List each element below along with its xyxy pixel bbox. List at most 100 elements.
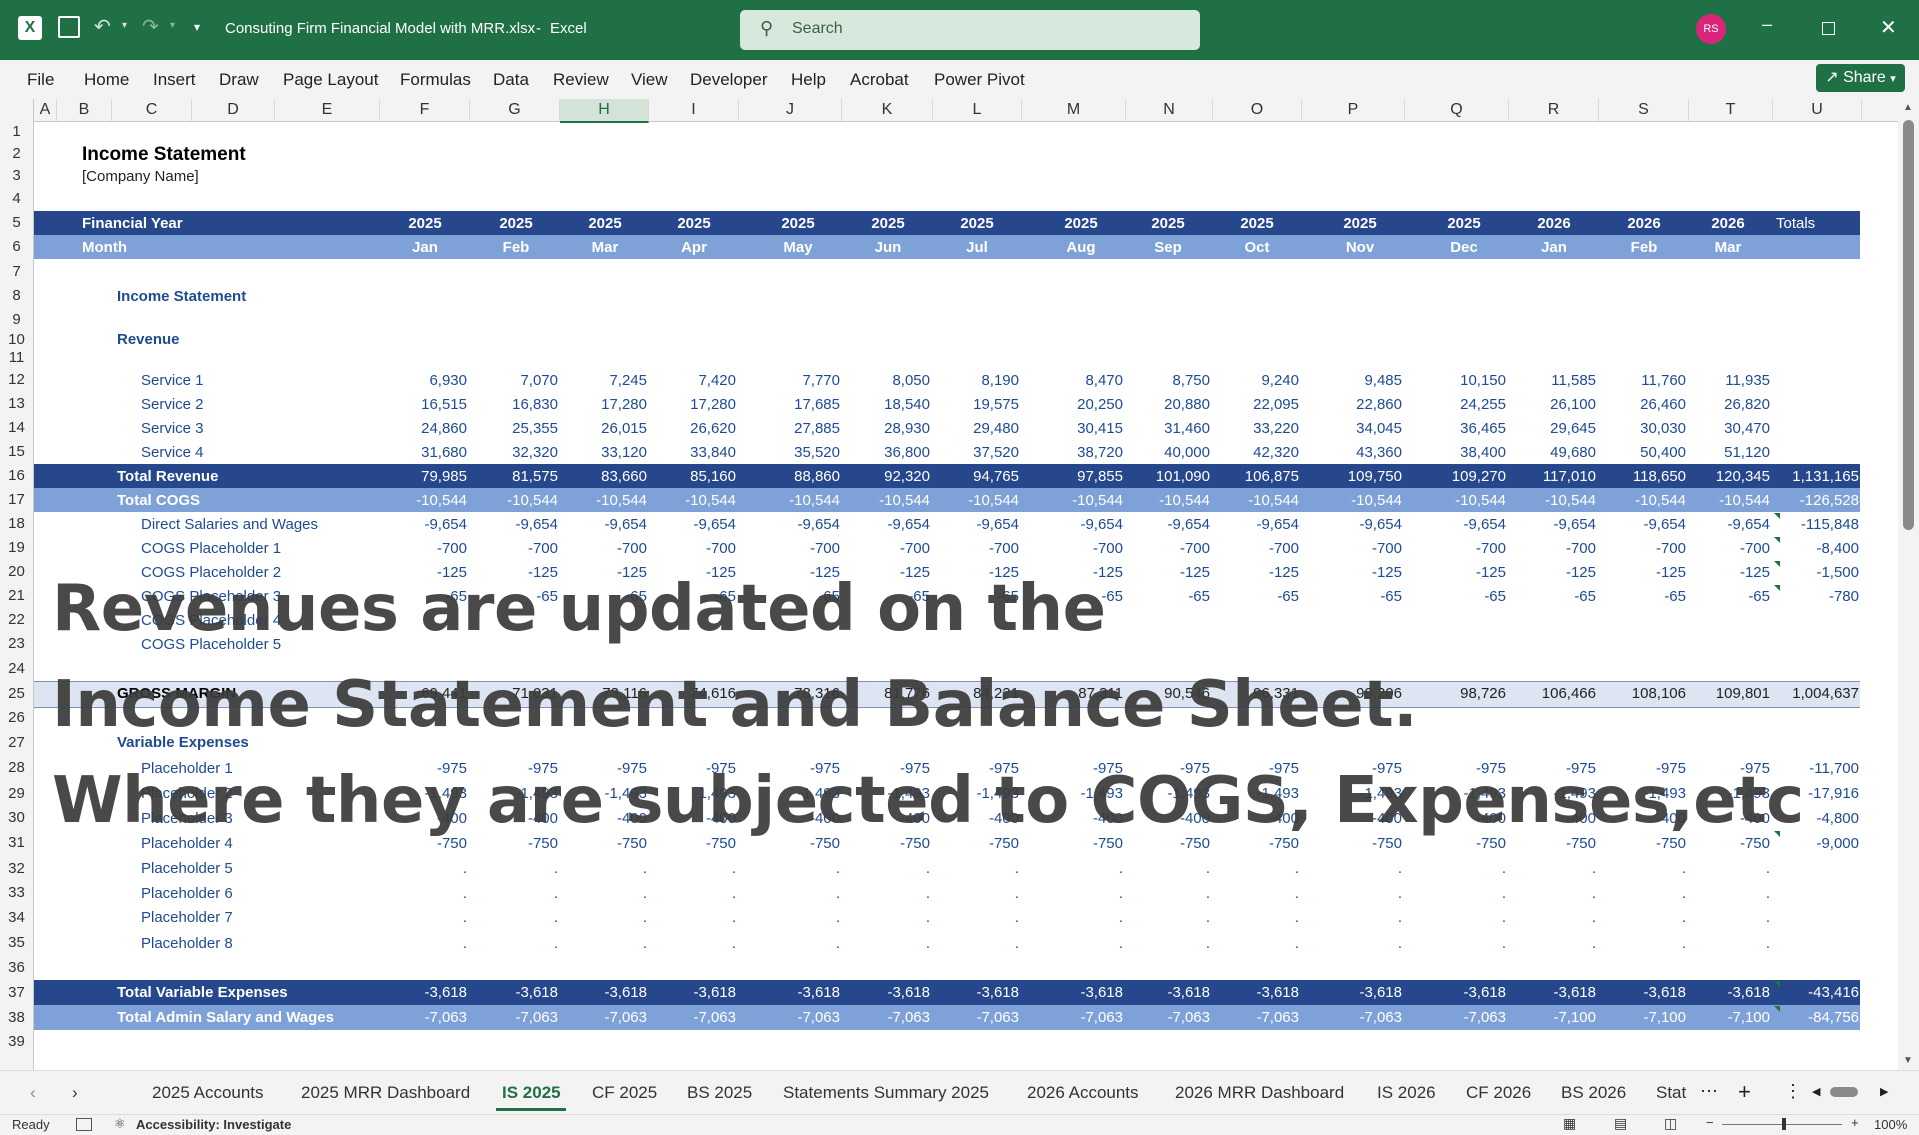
error-indicator-icon[interactable] bbox=[1774, 537, 1780, 543]
close-icon[interactable]: ✕ bbox=[1880, 15, 1897, 40]
select-all-corner[interactable] bbox=[0, 99, 34, 121]
save-icon[interactable] bbox=[58, 16, 80, 38]
accessibility-status[interactable]: Accessibility: Investigate bbox=[136, 1117, 291, 1132]
row-header-16[interactable]: 16 bbox=[0, 464, 33, 488]
sheet-tab-statements-summary-2025[interactable]: Statements Summary 2025 bbox=[783, 1083, 989, 1103]
row-header-4[interactable]: 4 bbox=[0, 187, 33, 211]
prev-sheet-icon[interactable]: ‹ bbox=[30, 1083, 36, 1103]
row-header-25[interactable]: 25 bbox=[0, 681, 33, 706]
scroll-up-icon[interactable]: ▲ bbox=[1903, 102, 1913, 113]
zoom-out-icon[interactable]: − bbox=[1706, 1115, 1714, 1130]
row-header-31[interactable]: 31 bbox=[0, 830, 33, 856]
horizontal-scroll-left-icon[interactable]: ◀ bbox=[1812, 1085, 1820, 1098]
column-header-5[interactable]: E bbox=[275, 99, 380, 121]
sheet-tab-is-2025[interactable]: IS 2025 bbox=[502, 1083, 561, 1103]
accessibility-icon[interactable]: ⚛ bbox=[114, 1116, 126, 1132]
error-indicator-icon[interactable] bbox=[1774, 1006, 1780, 1012]
column-header-15[interactable]: O bbox=[1213, 99, 1302, 121]
zoom-slider-thumb[interactable] bbox=[1782, 1118, 1786, 1130]
tab-developer[interactable]: Developer bbox=[690, 70, 768, 90]
column-header-4[interactable]: D bbox=[192, 99, 275, 121]
tab-file[interactable]: File bbox=[27, 70, 54, 90]
column-header-7[interactable]: G bbox=[470, 99, 560, 121]
undo-icon[interactable]: ↶ bbox=[94, 14, 111, 39]
page-layout-view-icon[interactable]: ▤ bbox=[1614, 1115, 1627, 1132]
column-header-14[interactable]: N bbox=[1126, 99, 1213, 121]
column-header-19[interactable]: S bbox=[1599, 99, 1689, 121]
vertical-scroll-thumb[interactable] bbox=[1903, 120, 1914, 530]
row-header-9[interactable]: 9 bbox=[0, 308, 33, 331]
tab-review[interactable]: Review bbox=[553, 70, 609, 90]
sheet-tab-2026-mrr-dashboard[interactable]: 2026 MRR Dashboard bbox=[1175, 1083, 1344, 1103]
tab-home[interactable]: Home bbox=[84, 70, 129, 90]
column-header-17[interactable]: Q bbox=[1405, 99, 1509, 121]
redo-dropdown-icon[interactable]: ▾ bbox=[170, 20, 175, 31]
row-header-27[interactable]: 27 bbox=[0, 730, 33, 755]
column-header-9[interactable]: I bbox=[649, 99, 739, 121]
row-header-33[interactable]: 33 bbox=[0, 881, 33, 905]
page-break-view-icon[interactable]: ◫ bbox=[1664, 1115, 1677, 1132]
row-header-3[interactable]: 3 bbox=[0, 165, 33, 187]
row-header-1[interactable]: 1 bbox=[0, 121, 33, 143]
column-header-16[interactable]: P bbox=[1302, 99, 1405, 121]
row-header-14[interactable]: 14 bbox=[0, 416, 33, 440]
user-avatar[interactable]: RS bbox=[1696, 14, 1726, 44]
customize-toolbar-icon[interactable]: ▾ bbox=[194, 20, 200, 34]
scroll-down-icon[interactable]: ▼ bbox=[1903, 1055, 1913, 1066]
column-header-21[interactable]: U bbox=[1773, 99, 1862, 121]
column-header-18[interactable]: R bbox=[1509, 99, 1599, 121]
row-header-39[interactable]: 39 bbox=[0, 1030, 33, 1054]
row-header-32[interactable]: 32 bbox=[0, 856, 33, 881]
row-header-28[interactable]: 28 bbox=[0, 755, 33, 781]
add-sheet-icon[interactable]: + bbox=[1738, 1079, 1751, 1105]
row-header-17[interactable]: 17 bbox=[0, 488, 33, 512]
row-header-35[interactable]: 35 bbox=[0, 930, 33, 956]
minimize-icon[interactable]: – bbox=[1762, 14, 1772, 35]
horizontal-scroll-right-icon[interactable]: ▶ bbox=[1880, 1085, 1888, 1098]
row-header-26[interactable]: 26 bbox=[0, 706, 33, 730]
error-indicator-icon[interactable] bbox=[1774, 585, 1780, 591]
row-header-8[interactable]: 8 bbox=[0, 284, 33, 308]
sheet-tab-bs-2025[interactable]: BS 2025 bbox=[687, 1083, 752, 1103]
row-header-37[interactable]: 37 bbox=[0, 980, 33, 1005]
row-header-15[interactable]: 15 bbox=[0, 440, 33, 464]
row-header-13[interactable]: 13 bbox=[0, 392, 33, 416]
sheet-tab-2026-accounts[interactable]: 2026 Accounts bbox=[1027, 1083, 1139, 1103]
column-header-12[interactable]: L bbox=[933, 99, 1022, 121]
sheet-tab-2025-mrr-dashboard[interactable]: 2025 MRR Dashboard bbox=[301, 1083, 470, 1103]
sheet-tab-cf-2026[interactable]: CF 2026 bbox=[1466, 1083, 1531, 1103]
row-header-38[interactable]: 38 bbox=[0, 1005, 33, 1030]
tab-view[interactable]: View bbox=[631, 70, 668, 90]
horizontal-scroll-thumb[interactable] bbox=[1830, 1087, 1858, 1097]
more-sheets-icon[interactable]: ⋯ bbox=[1700, 1081, 1718, 1102]
search-box[interactable]: ⚲ Search bbox=[740, 10, 1200, 50]
row-header-7[interactable]: 7 bbox=[0, 259, 33, 284]
row-header-24[interactable]: 24 bbox=[0, 656, 33, 681]
error-indicator-icon[interactable] bbox=[1774, 513, 1780, 519]
tab-help[interactable]: Help bbox=[791, 70, 826, 90]
row-header-22[interactable]: 22 bbox=[0, 608, 33, 632]
error-indicator-icon[interactable] bbox=[1774, 561, 1780, 567]
tab-draw[interactable]: Draw bbox=[219, 70, 259, 90]
error-indicator-icon[interactable] bbox=[1774, 981, 1780, 987]
column-header-1[interactable]: A bbox=[34, 99, 57, 121]
row-header-6[interactable]: 6 bbox=[0, 235, 33, 259]
row-header-10[interactable]: 10 bbox=[0, 331, 33, 348]
share-button[interactable]: ↗ Share ▾ bbox=[1816, 64, 1905, 92]
column-header-3[interactable]: C bbox=[112, 99, 192, 121]
row-header-2[interactable]: 2 bbox=[0, 143, 33, 165]
row-header-20[interactable]: 20 bbox=[0, 560, 33, 584]
sheet-options-icon[interactable]: ⋮ bbox=[1784, 1081, 1802, 1102]
tab-page-layout[interactable]: Page Layout bbox=[283, 70, 378, 90]
row-header-23[interactable]: 23 bbox=[0, 632, 33, 656]
column-header-8[interactable]: H bbox=[560, 99, 649, 123]
row-header-21[interactable]: 21 bbox=[0, 584, 33, 608]
sheet-tab-bs-2026[interactable]: BS 2026 bbox=[1561, 1083, 1626, 1103]
restore-icon[interactable] bbox=[1822, 22, 1835, 35]
tab-power-pivot[interactable]: Power Pivot bbox=[934, 70, 1025, 90]
macro-record-icon[interactable] bbox=[76, 1118, 92, 1131]
zoom-level[interactable]: 100% bbox=[1874, 1117, 1907, 1132]
sheet-tab-stat[interactable]: Stat bbox=[1656, 1083, 1686, 1103]
zoom-in-icon[interactable]: + bbox=[1851, 1115, 1859, 1130]
sheet-tab-cf-2025[interactable]: CF 2025 bbox=[592, 1083, 657, 1103]
